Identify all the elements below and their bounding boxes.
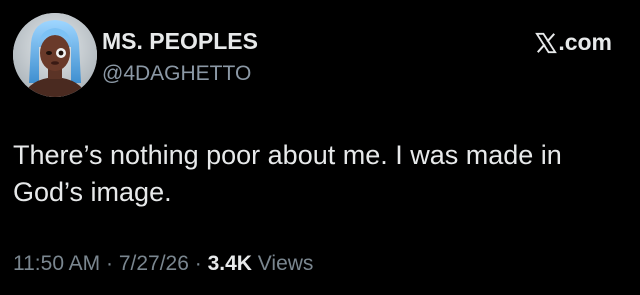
tweet-text-line-2: God’s image. [13, 177, 172, 207]
views-label: Views [251, 252, 314, 275]
x-logo-icon [535, 32, 558, 53]
author-display-name[interactable]: MS. PEOPLES [102, 28, 258, 55]
brand-label: .com [558, 29, 612, 55]
tweet-text-line-1: There’s nothing poor about me. I was mad… [13, 140, 562, 170]
author-handle[interactable]: @4DAGHETTO [102, 62, 251, 86]
avatar[interactable] [13, 13, 97, 97]
tweet-date[interactable]: 7/27/26 [119, 252, 189, 275]
tweet-text: There’s nothing poor about me. I was mad… [13, 137, 613, 211]
tweet-meta: 11:50 AM · 7/27/26 · 3.4K Views [13, 252, 313, 276]
meta-separator: · [188, 252, 208, 275]
x-com-brand: .com [535, 29, 612, 56]
tweet-time[interactable]: 11:50 AM [13, 252, 100, 275]
views-count: 3.4K [207, 252, 252, 275]
avatar-image [13, 13, 97, 97]
tweet-card: MS. PEOPLES @4DAGHETTO .com There’s noth… [0, 0, 640, 295]
meta-separator: · [100, 252, 119, 275]
